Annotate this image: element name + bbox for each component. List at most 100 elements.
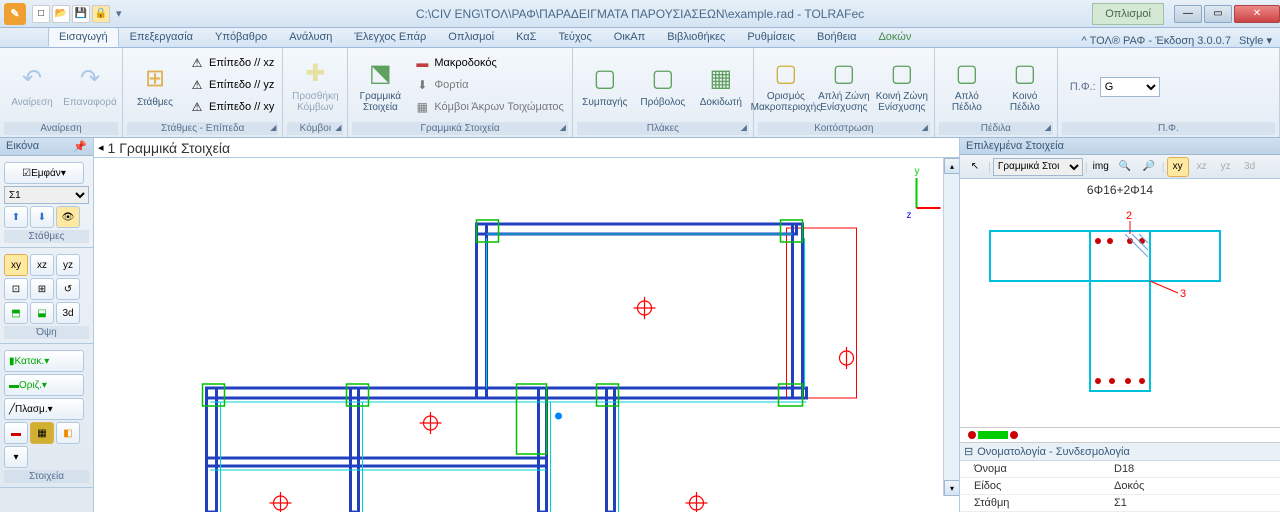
warning-icon: ⚠ (189, 99, 205, 115)
add-node-button[interactable]: ✚ Προσθήκη Κόμβων (287, 52, 343, 118)
tab-voitheia[interactable]: Βοήθεια (806, 27, 867, 47)
region-icon: ▢ (770, 57, 802, 89)
yz-button[interactable]: yz (1215, 157, 1237, 177)
view-b-icon[interactable]: ⬓ (30, 302, 54, 324)
launcher-icon[interactable]: ◢ (922, 123, 928, 132)
pf-select[interactable]: G (1100, 77, 1160, 97)
style-dropdown[interactable]: Style ▾ (1239, 34, 1272, 47)
wall-nodes-button[interactable]: ▦Κόμβοι Άκρων Τοιχώματος (410, 96, 568, 117)
tab-eisagogi[interactable]: Εισαγωγή (48, 27, 119, 47)
xz-button[interactable]: xz (1191, 157, 1213, 177)
xy-button[interactable]: xy (1167, 157, 1189, 177)
plane-xy-button[interactable]: ⚠Επίπεδο // xy (185, 96, 278, 117)
qat-new-icon[interactable]: □ (32, 5, 50, 23)
view-a-icon[interactable]: ⬒ (4, 302, 28, 324)
zoom-prev-icon[interactable]: ↺ (56, 278, 80, 300)
launcher-icon[interactable]: ◢ (270, 123, 276, 132)
group-linear: Γραμμικά Στοιχεία◢ (352, 122, 568, 135)
cursor-icon[interactable]: ↖ (964, 157, 986, 177)
svg-text:z: z (907, 210, 912, 221)
tab-rythmiseis[interactable]: Ρυθμίσεις (736, 27, 806, 47)
slab-icon: ▢ (589, 63, 621, 95)
elem-d-icon[interactable]: ▾ (4, 446, 28, 468)
katak-dropdown[interactable]: ▮ Κατακ. ▾ (4, 350, 84, 372)
pin-icon[interactable]: 📌 (73, 140, 87, 153)
view-yz-button[interactable]: yz (56, 254, 80, 276)
emfan-dropdown[interactable]: ☑ Εμφάν ▾ (4, 162, 84, 184)
context-tab[interactable]: Οπλισμοί (1092, 3, 1164, 25)
redo-button[interactable]: ↷ Επαναφορά (62, 52, 118, 118)
tab-elegxos[interactable]: Έλεγχος Επάρ (343, 27, 437, 47)
zoom-extents-icon[interactable]: ⊞ (30, 278, 54, 300)
maximize-button[interactable]: ▭ (1204, 5, 1232, 23)
app-icon[interactable]: ✎ (4, 3, 26, 25)
qat-save-icon[interactable]: 💾 (72, 5, 90, 23)
tab-kas[interactable]: ΚαΣ (505, 27, 547, 47)
view-3d-button[interactable]: 3d (56, 302, 80, 324)
tab-dokon[interactable]: Δοκών (867, 27, 922, 47)
plasm-dropdown[interactable]: ╱ Πλασμ. ▾ (4, 398, 84, 420)
tab-ypovathro[interactable]: Υπόβαθρο (204, 27, 278, 47)
view-xy-button[interactable]: xy (4, 254, 28, 276)
cantilever-button[interactable]: ▢ Πρόβολος (635, 52, 691, 118)
simple-footing-button[interactable]: ▢ Απλό Πέδιλο (939, 52, 995, 118)
prop-category-naming[interactable]: ⊟Ονοματολογία - Συνδεσμολογία (960, 443, 1280, 461)
loads-button[interactable]: ⬇Φορτία (410, 74, 568, 95)
linear-elements-button[interactable]: ⬔ Γραμμικά Στοιχεία (352, 52, 408, 118)
up-arrow-icon[interactable]: ⬆ (4, 206, 28, 228)
img-button[interactable]: img (1090, 157, 1112, 177)
qat-lock-icon[interactable]: 🔒 (92, 5, 110, 23)
collapse-icon[interactable]: ⊟ (964, 445, 973, 458)
zoom-window-icon[interactable]: ⊡ (4, 278, 28, 300)
launcher-icon[interactable]: ◢ (560, 123, 566, 132)
close-button[interactable]: ✕ (1234, 5, 1280, 23)
scroll-down-icon[interactable]: ▾ (944, 480, 959, 496)
minimize-button[interactable]: — (1174, 5, 1202, 23)
elem-b-icon[interactable]: ▦ (30, 422, 54, 444)
common-zone-button[interactable]: ▢ Κοινή Ζώνη Ενίσχυσης (874, 52, 930, 118)
doc-prev-icon[interactable]: ◂ (98, 141, 104, 154)
selected-elements-header: Επιλεγμένα Στοιχεία (960, 138, 1280, 155)
down-arrow-icon[interactable]: ⬇ (30, 206, 54, 228)
stathmes-button[interactable]: ⊞ Στάθμες (127, 52, 183, 118)
define-macroregion-button[interactable]: ▢ Ορισμός Μακροπεριοχής (758, 52, 814, 118)
eye-icon[interactable]: 👁 (56, 206, 80, 228)
launcher-icon[interactable]: ◢ (741, 123, 747, 132)
elem-a-icon[interactable]: ▬ (4, 422, 28, 444)
group-levels: Στάθμες - Επίπεδα◢ (127, 122, 278, 135)
warning-icon: ⚠ (189, 55, 205, 71)
hollow-slab-button[interactable]: ▦ Δοκιδωτή (693, 52, 749, 118)
elem-c-icon[interactable]: ◧ (56, 422, 80, 444)
zoom-out-icon[interactable]: 🔎 (1138, 157, 1160, 177)
qat-open-icon[interactable]: 📂 (52, 5, 70, 23)
oriz-dropdown[interactable]: ▬ Οριζ. ▾ (4, 374, 84, 396)
sigma-select[interactable]: Σ1 (4, 186, 89, 204)
view-xz-button[interactable]: xz (30, 254, 54, 276)
makrodokos-button[interactable]: ▬Μακροδοκός (410, 52, 568, 73)
zoom-in-icon[interactable]: 🔍 (1114, 157, 1136, 177)
tab-analysi[interactable]: Ανάλυση (278, 27, 343, 47)
group-footings: Πέδιλα◢ (939, 122, 1053, 135)
qat-dropdown-icon[interactable]: ▾ (116, 7, 122, 20)
drawing-canvas[interactable]: y x z (94, 158, 959, 512)
plane-xz-button[interactable]: ⚠Επίπεδο // xz (185, 52, 278, 73)
tab-epexergasia[interactable]: Επεξεργασία (119, 27, 204, 47)
group-pf: Π.Φ. (1062, 122, 1275, 135)
3d-button[interactable]: 3d (1239, 157, 1261, 177)
scroll-up-icon[interactable]: ▴ (944, 158, 959, 174)
common-footing-button[interactable]: ▢ Κοινό Πέδιλο (997, 52, 1053, 118)
plane-yz-button[interactable]: ⚠Επίπεδο // yz (185, 74, 278, 95)
tab-vivliothikes[interactable]: Βιβλιοθήκες (656, 27, 736, 47)
tab-oplismoi[interactable]: Οπλισμοί (437, 27, 505, 47)
solid-slab-button[interactable]: ▢ Συμπαγής (577, 52, 633, 118)
tab-tefxos[interactable]: Τεύχος (547, 27, 602, 47)
undo-button[interactable]: ↶ Αναίρεση (4, 52, 60, 118)
launcher-icon[interactable]: ◢ (335, 123, 341, 132)
tab-oikap[interactable]: ΟικΑπ (603, 27, 656, 47)
launcher-icon[interactable]: ◢ (1045, 123, 1051, 132)
vertical-scrollbar[interactable]: ▴ ▾ (943, 158, 959, 496)
simple-zone-button[interactable]: ▢ Απλή Ζώνη Ενίσχυσης (816, 52, 872, 118)
load-icon: ⬇ (414, 77, 430, 93)
redo-icon: ↷ (74, 63, 106, 95)
element-type-select[interactable]: Γραμμικά Στοι (993, 158, 1083, 176)
